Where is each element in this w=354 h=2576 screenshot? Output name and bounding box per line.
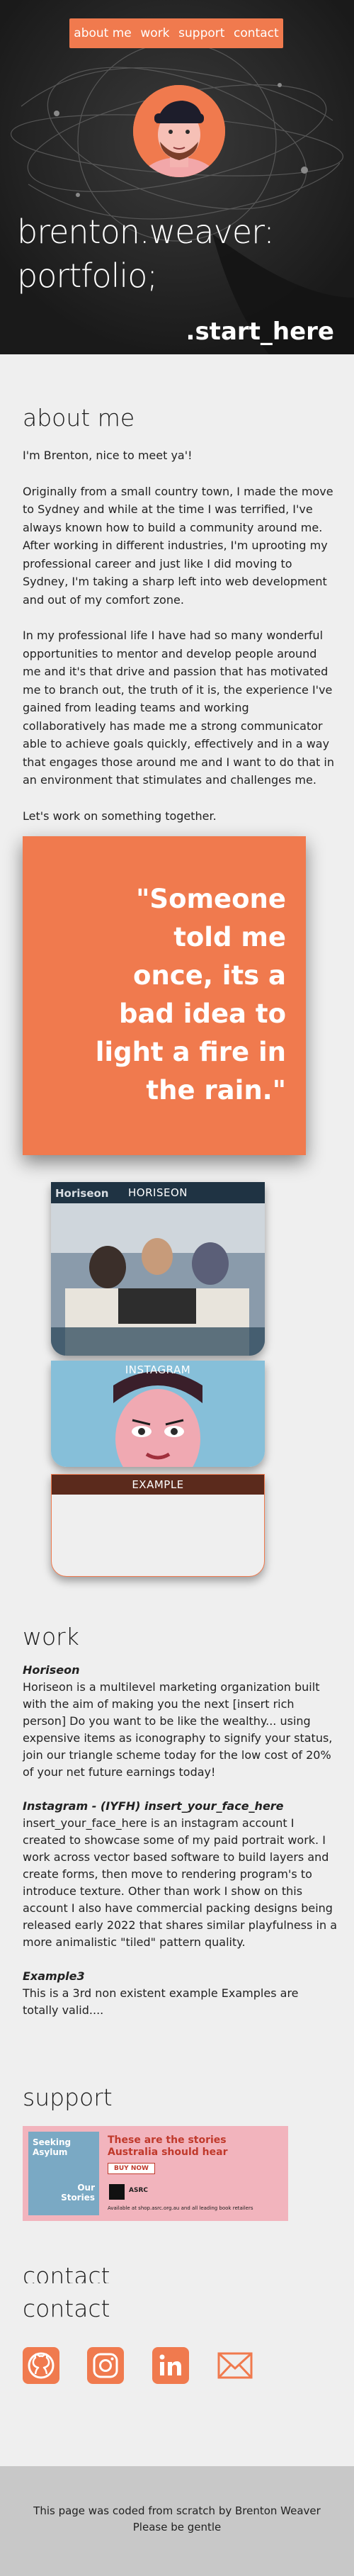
hero-title-line2: portfolio;	[17, 257, 158, 295]
project-card-instagram[interactable]: INSTAGRAM	[51, 1361, 265, 1467]
nav-link-about[interactable]: about me	[74, 26, 131, 40]
work-item-body: insert_your_face_here is an instagram ac…	[23, 1816, 338, 1949]
footer-credit: This page was coded from scratch by Bren…	[33, 2504, 321, 2517]
footer: This page was coded from scratch by Bren…	[0, 2466, 354, 2576]
quote-line: "Someone	[136, 884, 286, 914]
horiseon-logo: Horiseon	[55, 1187, 109, 1200]
work-item-body: This is a 3rd non existent example Examp…	[23, 1986, 299, 2017]
hero-title: brenton.weaver: portfolio;	[17, 210, 343, 298]
book-title: Seeking Asylum	[33, 2137, 72, 2157]
work-item: Horiseon Horiseon is a multilevel market…	[23, 1662, 338, 1781]
project-card-horiseon[interactable]: HORISEON Horiseon	[51, 1182, 265, 1356]
book-cover: Seeking Asylum Our Stories	[28, 2132, 99, 2215]
work-item: Instagram - (IYFH) insert_your_face_here…	[23, 1798, 338, 1951]
main-nav: about me work support contact	[69, 18, 283, 48]
horiseon-preview-image	[51, 1182, 265, 1356]
quote-line: told me	[173, 922, 286, 952]
quote-text: "Someone told me once, its a bad idea to…	[52, 880, 286, 1110]
project-card-example[interactable]: EXAMPLE	[51, 1474, 265, 1577]
card-label-instagram: INSTAGRAM	[125, 1363, 191, 1376]
card-label-example: EXAMPLE	[132, 1478, 184, 1491]
avatar	[133, 85, 225, 177]
github-icon[interactable]	[21, 2346, 61, 2385]
mail-icon[interactable]	[215, 2346, 255, 2385]
quote-line: light a fire in	[95, 1037, 286, 1067]
about-title: about me	[23, 404, 135, 432]
about-text: I'm Brenton, nice to meet ya'! Originall…	[23, 446, 334, 843]
nav-link-work[interactable]: work	[140, 26, 169, 40]
about-paragraph-3: Let's work on something together.	[23, 809, 217, 823]
ad-availability: Available at shop.asrc.org.au and all le…	[108, 2205, 253, 2211]
orbit-decoration	[0, 0, 354, 354]
start-here-link[interactable]: .start_here	[186, 317, 334, 346]
nav-link-support[interactable]: support	[178, 26, 224, 40]
contact-title: contact	[23, 2295, 110, 2322]
linkedin-icon[interactable]	[151, 2346, 190, 2385]
book-subtitle-line: Our	[77, 2183, 95, 2193]
quote-line: once, its a	[133, 960, 286, 991]
asrc-logo-mark	[109, 2184, 125, 2200]
quote-line: the rain."	[146, 1075, 286, 1106]
work-item-title: Horiseon	[23, 1663, 80, 1677]
quote-line: bad idea to	[118, 999, 286, 1029]
support-ad-banner[interactable]: Seeking Asylum Our Stories These are the…	[23, 2126, 288, 2221]
work-item-body: Horiseon is a multilevel marketing organ…	[23, 1680, 333, 1779]
publisher-name: ASRC	[129, 2187, 148, 2194]
book-subtitle-line: Stories	[61, 2193, 95, 2203]
work-item: Example3 This is a 3rd non existent exam…	[23, 1968, 338, 2019]
about-paragraph-1: Originally from a small country town, I …	[23, 484, 333, 607]
work-title: work	[23, 1623, 79, 1650]
contact-title-ghost: contact	[23, 2268, 110, 2283]
quote-box: "Someone told me once, its a bad idea to…	[23, 836, 306, 1155]
nav-link-contact[interactable]: contact	[234, 26, 279, 40]
footer-note: Please be gentle	[132, 2521, 222, 2533]
book-subtitle: Our Stories	[61, 2183, 95, 2203]
contact-title-ghost-text: contact	[23, 2268, 110, 2283]
ad-headline: These are the stories Australia should h…	[108, 2135, 228, 2158]
instagram-icon[interactable]	[86, 2346, 125, 2385]
hero-section: about me work support contact brenton.we…	[0, 0, 354, 354]
about-paragraph-2: In my professional life I have had so ma…	[23, 629, 334, 787]
about-greeting: I'm Brenton, nice to meet ya'!	[23, 449, 193, 462]
work-list: Horiseon Horiseon is a multilevel market…	[23, 1662, 338, 2036]
buy-now-button[interactable]: BUY NOW	[108, 2163, 155, 2174]
work-item-title: Instagram - (IYFH) insert_your_face_here	[23, 1799, 284, 1813]
avatar-portrait	[133, 85, 225, 177]
work-item-title: Example3	[23, 1969, 85, 1983]
hero-title-line1: brenton.weaver:	[17, 213, 275, 251]
instagram-preview-image	[51, 1361, 265, 1467]
support-title: support	[23, 2083, 113, 2111]
contact-icons	[21, 2346, 255, 2385]
